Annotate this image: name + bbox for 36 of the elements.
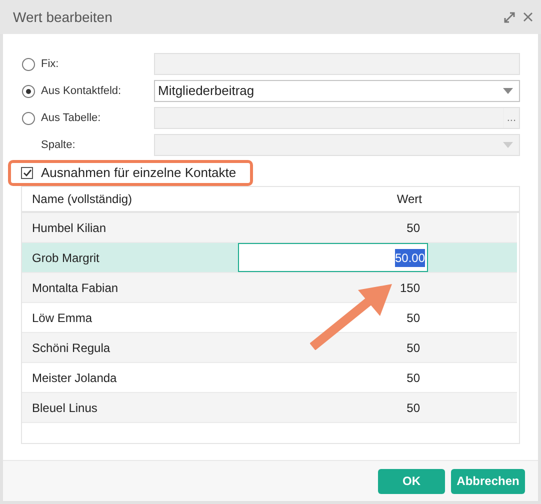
table-cell-text: 50 bbox=[406, 370, 420, 386]
table-cell-text: Montalta Fabian bbox=[31, 280, 120, 296]
table-cell-text: Schöni Regula bbox=[31, 340, 112, 356]
table-row[interactable]: Bleuel Linus 50 bbox=[22, 393, 517, 423]
cell-editor-field[interactable]: 50.00 bbox=[238, 243, 428, 272]
field-label: Fix: bbox=[41, 56, 59, 72]
table-cell-text: 150 bbox=[398, 280, 420, 296]
radio-button[interactable] bbox=[22, 58, 35, 70]
radio-button[interactable] bbox=[22, 112, 35, 124]
table-row[interactable]: Schöni Regula 50 bbox=[22, 333, 517, 363]
table-cell-text: 50 bbox=[406, 310, 420, 326]
table-cell-text: Meister Jolanda bbox=[31, 370, 118, 386]
radio-button[interactable] bbox=[22, 84, 35, 98]
table-cell-text: Bleuel Linus bbox=[31, 400, 98, 416]
checkbox-label: Ausnahmen für einzelne Kontakte bbox=[41, 164, 236, 182]
dropdown-field[interactable]: Mitgliederbeitrag bbox=[154, 80, 520, 102]
maximize-icon[interactable] bbox=[504, 12, 515, 22]
table-row[interactable]: Grob Margrit 50.00 bbox=[22, 243, 517, 273]
table-row[interactable]: Montalta Fabian 150 bbox=[22, 273, 517, 303]
table-cell-text: Grob Margrit bbox=[31, 250, 100, 266]
field-label: Aus Tabelle: bbox=[41, 110, 101, 126]
close-icon[interactable] bbox=[523, 12, 533, 22]
table-cell-text: Humbel Kilian bbox=[31, 220, 108, 236]
table-cell-text: 50 bbox=[406, 340, 420, 356]
dropdown-caret-icon bbox=[503, 88, 513, 94]
table-cell-text: 50 bbox=[406, 400, 420, 416]
table-cell-text: 50 bbox=[406, 220, 420, 236]
dropdown-caret-icon bbox=[503, 142, 513, 148]
column-header[interactable]: Wert bbox=[322, 190, 422, 208]
window-title: Wert bearbeiten bbox=[13, 8, 112, 26]
column-header[interactable]: Name (vollständig) bbox=[22, 190, 322, 208]
table-cell-text: Löw Emma bbox=[31, 310, 94, 326]
checkbox[interactable] bbox=[21, 167, 33, 179]
field-label: Aus Kontaktfeld: bbox=[41, 84, 122, 99]
field-label: Spalte: bbox=[41, 138, 76, 153]
table-row[interactable]: Humbel Kilian 50 bbox=[22, 213, 517, 243]
